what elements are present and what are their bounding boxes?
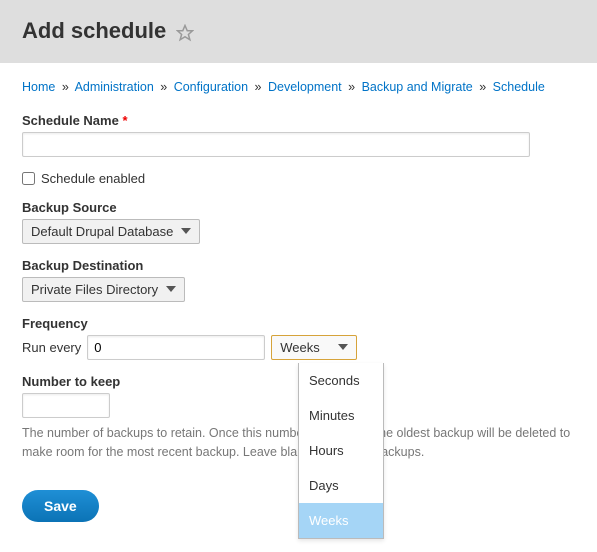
backup-source-value: Default Drupal Database: [31, 224, 173, 239]
dropdown-option-weeks[interactable]: Weeks: [299, 503, 383, 538]
backup-destination-label: Backup Destination: [22, 258, 575, 273]
frequency-row: Run every Weeks Seconds Minutes Hours Da…: [22, 335, 575, 360]
frequency-unit-dropdown: Seconds Minutes Hours Days Weeks: [298, 363, 384, 539]
backup-destination-select[interactable]: Private Files Directory: [22, 277, 185, 302]
frequency-label: Frequency: [22, 316, 575, 331]
backup-destination-value: Private Files Directory: [31, 282, 158, 297]
frequency-unit-select[interactable]: Weeks: [271, 335, 357, 360]
breadcrumb-sep: »: [160, 80, 167, 94]
schedule-enabled-label: Schedule enabled: [41, 171, 145, 186]
schedule-enabled-row: Schedule enabled: [22, 171, 575, 186]
breadcrumb-sep: »: [62, 80, 69, 94]
star-icon[interactable]: [176, 24, 194, 45]
dropdown-option-days[interactable]: Days: [299, 468, 383, 503]
dropdown-option-seconds[interactable]: Seconds: [299, 363, 383, 398]
breadcrumb-administration[interactable]: Administration: [75, 80, 154, 94]
backup-source-label: Backup Source: [22, 200, 575, 215]
breadcrumb-backup-migrate[interactable]: Backup and Migrate: [362, 80, 473, 94]
page-title: Add schedule: [22, 18, 166, 43]
breadcrumb-configuration[interactable]: Configuration: [174, 80, 248, 94]
number-to-keep-input[interactable]: [22, 393, 110, 418]
backup-source-field: Backup Source Default Drupal Database: [22, 200, 575, 244]
breadcrumb-home[interactable]: Home: [22, 80, 55, 94]
caret-down-icon: [338, 340, 348, 355]
backup-destination-field: Backup Destination Private Files Directo…: [22, 258, 575, 302]
frequency-unit-value: Weeks: [280, 340, 320, 355]
breadcrumb-sep: »: [255, 80, 262, 94]
save-button[interactable]: Save: [22, 490, 99, 522]
backup-source-select[interactable]: Default Drupal Database: [22, 219, 200, 244]
schedule-name-field: Schedule Name *: [22, 113, 575, 157]
breadcrumb-sep: »: [348, 80, 355, 94]
frequency-value-input[interactable]: [87, 335, 265, 360]
schedule-name-input[interactable]: [22, 132, 530, 157]
caret-down-icon: [181, 224, 191, 239]
dropdown-option-hours[interactable]: Hours: [299, 433, 383, 468]
caret-down-icon: [166, 282, 176, 297]
content-area: Home » Administration » Configuration » …: [0, 63, 597, 536]
schedule-name-label: Schedule Name *: [22, 113, 575, 128]
breadcrumb-development[interactable]: Development: [268, 80, 342, 94]
schedule-enabled-checkbox[interactable]: [22, 172, 35, 185]
frequency-field: Frequency Run every Weeks Seconds Minute…: [22, 316, 575, 360]
schedule-name-label-text: Schedule Name: [22, 113, 119, 128]
run-every-label: Run every: [22, 340, 81, 355]
page-header: Add schedule: [0, 0, 597, 63]
required-marker: *: [122, 113, 127, 128]
breadcrumb: Home » Administration » Configuration » …: [22, 77, 575, 97]
breadcrumb-schedule[interactable]: Schedule: [493, 80, 545, 94]
dropdown-option-minutes[interactable]: Minutes: [299, 398, 383, 433]
breadcrumb-sep: »: [479, 80, 486, 94]
